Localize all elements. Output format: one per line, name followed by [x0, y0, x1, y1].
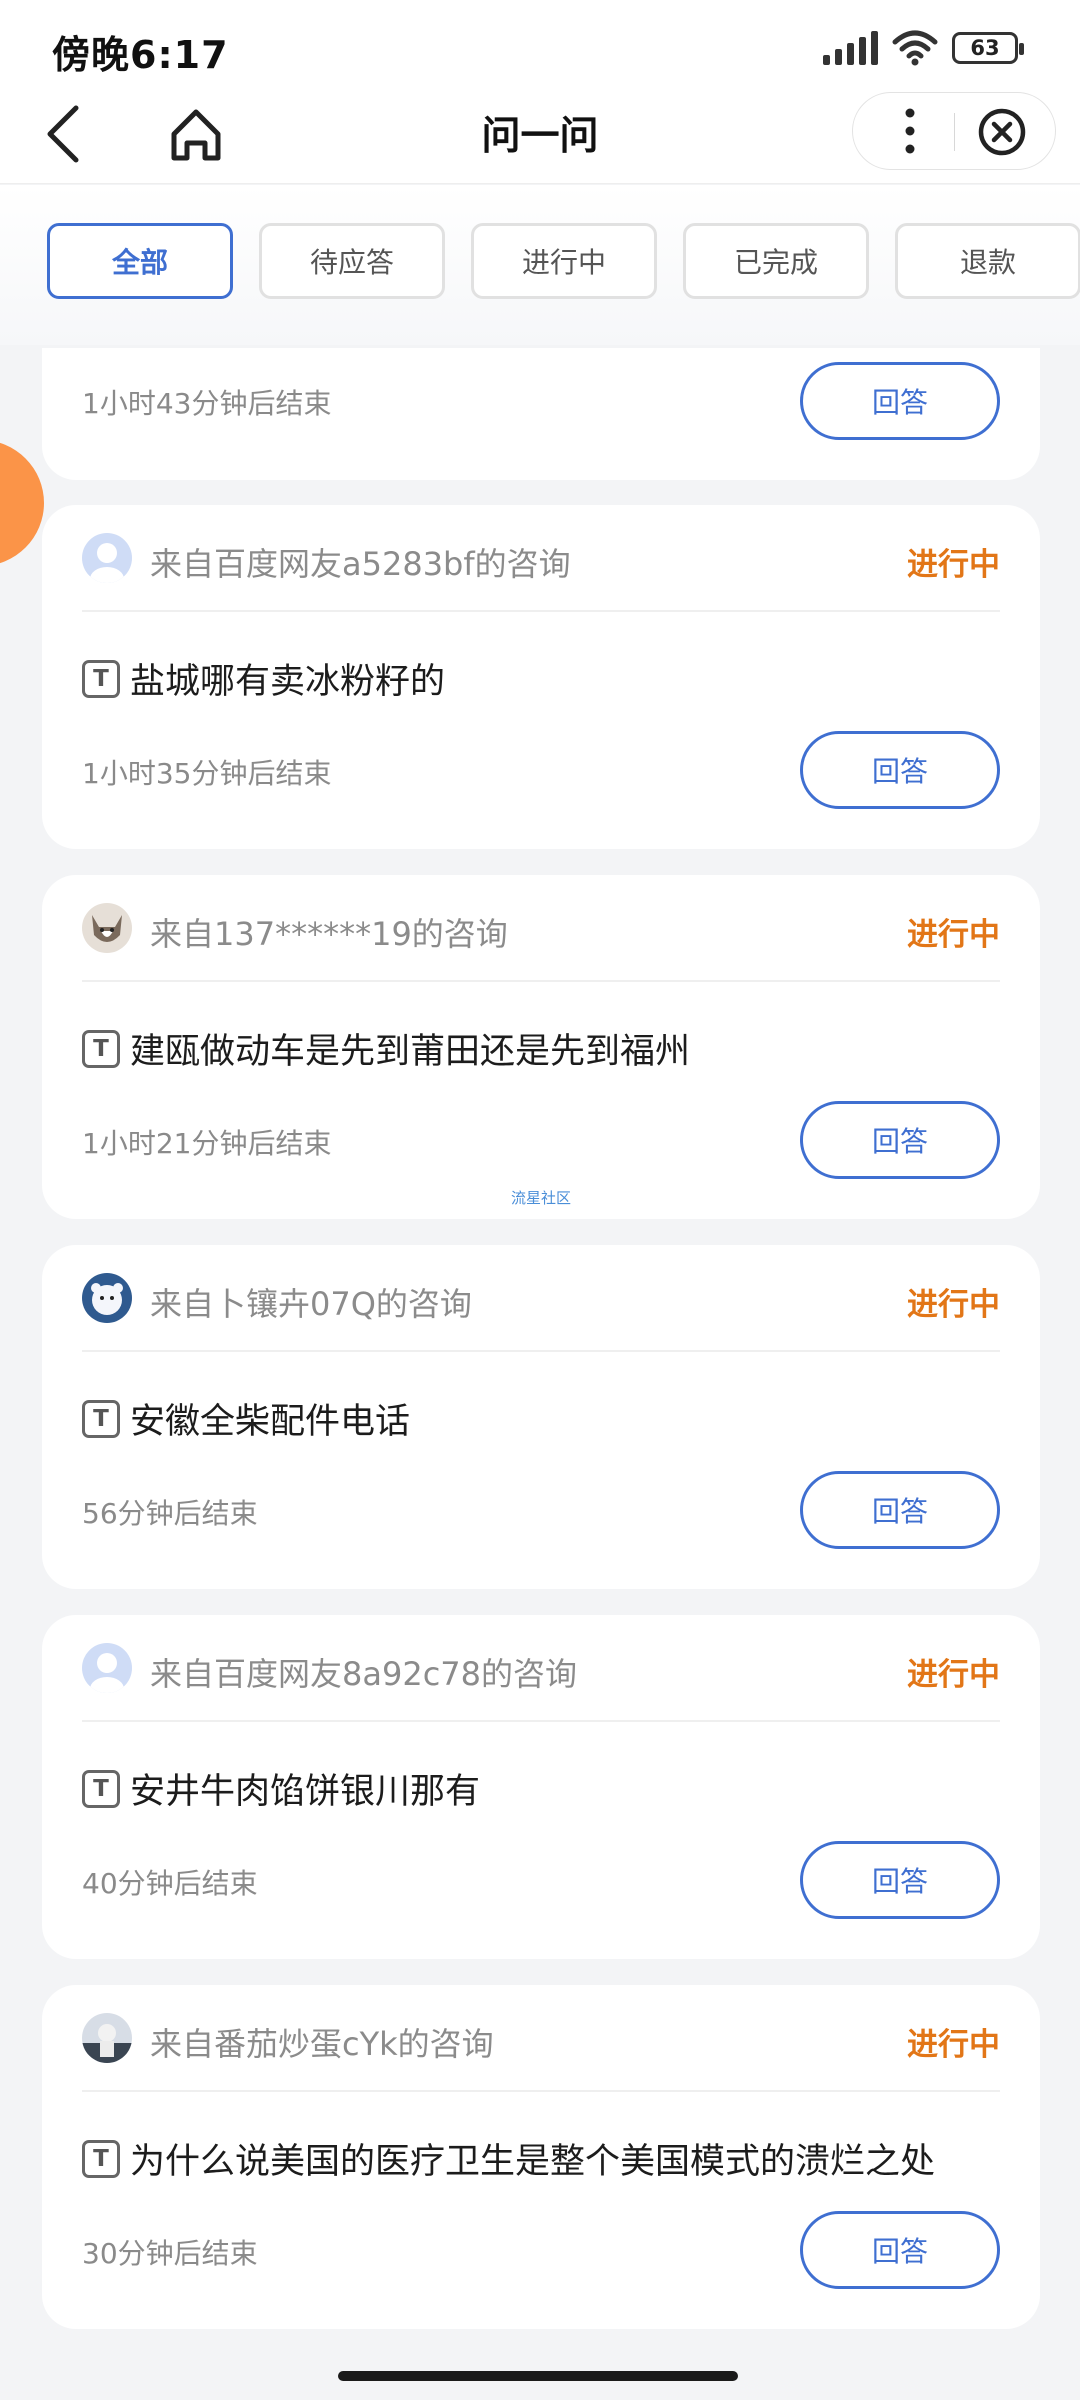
question-row[interactable]: T 建瓯做动车是先到莆田还是先到福州: [82, 1023, 1000, 1074]
answer-button[interactable]: 回答: [800, 1471, 1000, 1549]
question-card: 1小时43分钟后结束 回答: [42, 348, 1040, 480]
home-button[interactable]: [160, 96, 240, 176]
deadline-text: 1小时43分钟后结束: [82, 387, 332, 420]
divider: [82, 2090, 1000, 2092]
divider: [82, 1720, 1000, 1722]
question-text: 盐城哪有卖冰粉籽的: [130, 662, 446, 702]
more-icon: [905, 108, 915, 154]
answer-button[interactable]: 回答: [800, 2211, 1000, 2289]
close-button[interactable]: [969, 99, 1035, 165]
deadline-text: 56分钟后结束: [82, 1497, 258, 1530]
deadline-text: 40分钟后结束: [82, 1867, 258, 1900]
mini-program-capsule: [852, 92, 1056, 170]
question-text: 安井牛肉馅饼银川那有: [130, 1772, 481, 1812]
question-text: 建瓯做动车是先到莆田还是先到福州: [130, 1032, 691, 1072]
back-icon: [47, 105, 79, 163]
tab-all[interactable]: 全部: [47, 223, 233, 299]
answer-button[interactable]: 回答: [800, 1101, 1000, 1179]
tab-refund[interactable]: 退款: [895, 223, 1080, 299]
answer-button[interactable]: 回答: [800, 731, 1000, 809]
capsule-divider: [954, 113, 955, 151]
question-card: 来自百度网友a5283bf的咨询 进行中 T 盐城哪有卖冰粉籽的 1小时35分钟…: [42, 505, 1040, 849]
tab-completed[interactable]: 已完成: [683, 223, 869, 299]
deadline-text: 1小时35分钟后结束: [82, 757, 332, 790]
nav-bar: 问一问: [0, 90, 1080, 184]
status-badge: 进行中: [907, 547, 1000, 583]
question-row[interactable]: T 为什么说美国的医疗卫生是整个美国模式的溃烂之处: [82, 2133, 1000, 2184]
asker-source: 来自百度网友8a92c78的咨询: [150, 1655, 578, 1693]
asker-source: 来自卜镶卉07Q的咨询: [150, 1285, 472, 1323]
watermark: 流星社区: [510, 1189, 571, 1207]
status-icons: 63: [823, 30, 1024, 66]
tab-in-progress[interactable]: 进行中: [471, 223, 657, 299]
question-card: 来自卜镶卉07Q的咨询 进行中 T 安徽全柴配件电话 56分钟后结束 回答: [42, 1245, 1040, 1589]
card-header: 来自番茄炒蛋cYk的咨询 进行中: [82, 2007, 1000, 2067]
back-button[interactable]: [38, 96, 118, 176]
tab-pending[interactable]: 待应答: [259, 223, 445, 299]
status-badge: 进行中: [907, 917, 1000, 953]
avatar: [82, 533, 132, 583]
deadline-text: 1小时21分钟后结束: [82, 1127, 332, 1160]
status-bar: 傍晚6:17 63: [0, 0, 1080, 90]
divider: [82, 1350, 1000, 1352]
asker-source: 来自番茄炒蛋cYk的咨询: [150, 2025, 494, 2063]
avatar: [82, 1273, 132, 1323]
question-row[interactable]: T 安徽全柴配件电话: [82, 1393, 1000, 1444]
card-header: 来自百度网友a5283bf的咨询 进行中: [82, 527, 1000, 587]
status-badge: 进行中: [907, 1287, 1000, 1323]
signal-icon: [823, 31, 878, 65]
avatar: [82, 2013, 132, 2063]
home-icon: [171, 109, 221, 161]
question-row[interactable]: T 安井牛肉馅饼银川那有: [82, 1763, 1000, 1814]
question-card: 来自番茄炒蛋cYk的咨询 进行中 T 为什么说美国的医疗卫生是整个美国模式的溃烂…: [42, 1985, 1040, 2329]
text-type-icon: T: [82, 659, 120, 698]
divider: [82, 980, 1000, 982]
status-badge: 进行中: [907, 2027, 1000, 2063]
avatar: [82, 1643, 132, 1693]
answer-button[interactable]: 回答: [800, 1841, 1000, 1919]
status-badge: 进行中: [907, 1657, 1000, 1693]
filter-tabs: 全部 待应答 进行中 已完成 退款: [0, 185, 1080, 345]
divider: [82, 610, 1000, 612]
text-type-icon: T: [82, 2139, 120, 2178]
question-card: 来自137******19的咨询 进行中 T 建瓯做动车是先到莆田还是先到福州 …: [42, 875, 1040, 1219]
home-indicator[interactable]: [338, 2371, 738, 2381]
floating-button[interactable]: [0, 440, 44, 566]
more-button[interactable]: [875, 93, 945, 169]
close-icon: [978, 108, 1026, 156]
text-type-icon: T: [82, 1029, 120, 1068]
card-header: 来自137******19的咨询 进行中: [82, 897, 1000, 957]
question-text: 为什么说美国的医疗卫生是整个美国模式的溃烂之处: [130, 2142, 936, 2182]
card-header: 来自百度网友8a92c78的咨询 进行中: [82, 1637, 1000, 1697]
wifi-icon: [892, 30, 938, 66]
battery-icon: 63: [952, 32, 1024, 64]
status-time: 傍晚6:17: [52, 33, 229, 77]
deadline-text: 30分钟后结束: [82, 2237, 258, 2270]
question-text: 安徽全柴配件电话: [130, 1402, 411, 1442]
text-type-icon: T: [82, 1399, 120, 1438]
asker-source: 来自百度网友a5283bf的咨询: [150, 545, 571, 583]
battery-level: 63: [970, 36, 1000, 60]
question-row[interactable]: T 盐城哪有卖冰粉籽的: [82, 653, 1000, 704]
text-type-icon: T: [82, 1769, 120, 1808]
avatar: [82, 903, 132, 953]
question-card: 来自百度网友8a92c78的咨询 进行中 T 安井牛肉馅饼银川那有 40分钟后结…: [42, 1615, 1040, 1959]
asker-source: 来自137******19的咨询: [150, 915, 508, 953]
answer-button[interactable]: 回答: [800, 362, 1000, 440]
card-header: 来自卜镶卉07Q的咨询 进行中: [82, 1267, 1000, 1327]
